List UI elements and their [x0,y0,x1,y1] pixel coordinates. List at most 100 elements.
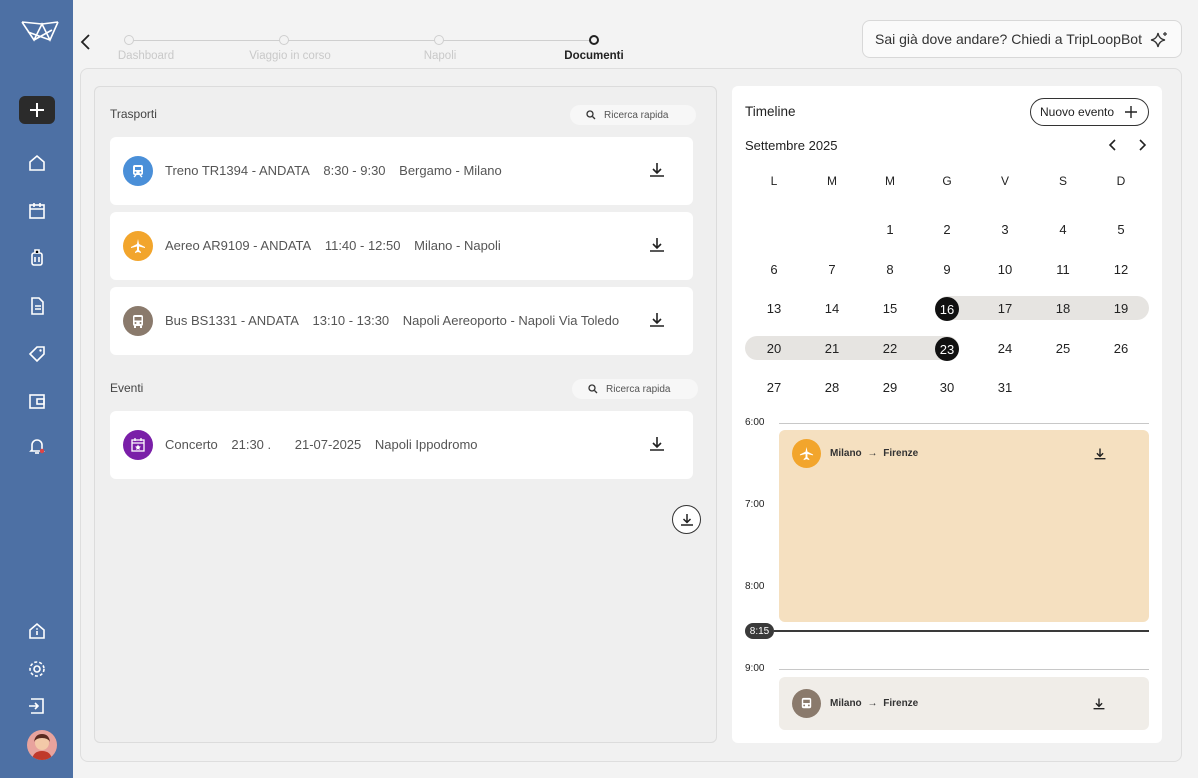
settings-gear-icon[interactable] [26,658,48,680]
calendar-day[interactable]: 5 [1106,222,1136,237]
breadcrumb-step-dashboard[interactable]: Dashboard [118,50,174,62]
hour-label: 9:00 [745,663,765,674]
calendar-day[interactable]: 24 [990,341,1020,356]
download-icon[interactable] [648,161,666,179]
calendar-day[interactable]: 30 [932,380,962,395]
download-icon[interactable] [648,236,666,254]
hour-label: 7:00 [745,499,765,510]
event-name: Concerto [165,437,218,452]
weekday-label: V [1000,174,1009,188]
current-time-line [774,630,1149,632]
calendar-day[interactable]: 3 [990,222,1020,237]
logout-icon[interactable] [26,695,48,717]
train-icon [123,156,153,186]
calendar-day[interactable]: 13 [759,301,789,316]
back-chevron-icon[interactable] [78,32,94,52]
transports-search-label: Ricerca rapida [604,109,669,121]
sidebar [0,0,73,778]
calendar-day[interactable]: 4 [1048,222,1078,237]
transport-route: Bergamo - Milano [399,163,502,178]
calendar-day[interactable]: 17 [990,301,1020,316]
download-icon[interactable] [1092,697,1106,711]
calendar-day[interactable]: 11 [1048,262,1078,277]
calendar-day[interactable]: 15 [875,301,905,316]
timeline-event-flight[interactable]: Milano → Firenze [779,430,1149,622]
info-home-icon[interactable] [26,620,48,642]
calendar-day[interactable]: 1 [875,222,905,237]
calendar-day[interactable]: 28 [817,380,847,395]
transport-card-plane[interactable]: Aereo AR9109 - ANDATA 11:40 - 12:50 Mila… [110,212,693,280]
calendar-day[interactable]: 8 [875,262,905,277]
breadcrumb-step-napoli[interactable]: Napoli [424,50,457,62]
breadcrumb-dot-documenti [589,35,599,45]
document-icon[interactable] [26,295,48,317]
luggage-icon[interactable] [26,247,48,269]
transport-name: Treno TR1394 - ANDATA [165,163,310,178]
timeline-title: Timeline [745,104,796,119]
wallet-icon[interactable] [26,390,48,412]
event-place: Napoli Ippodromo [374,437,478,452]
calendar-day[interactable]: 2 [932,222,962,237]
transport-name: Aereo AR9109 - ANDATA [165,238,312,253]
calendar-icon[interactable] [26,200,48,222]
calendar-day[interactable]: 20 [759,341,789,356]
calendar-day[interactable]: 21 [817,341,847,356]
calendar-day[interactable]: 26 [1106,341,1136,356]
calendar-day[interactable]: 12 [1106,262,1136,277]
transports-title: Trasporti [110,107,157,121]
chevron-left-icon[interactable] [1107,138,1119,152]
event-card-concert[interactable]: Concerto 21:30 . 21-07-2025 Napoli Ippod… [110,411,693,479]
events-search[interactable]: Ricerca rapida [572,379,698,399]
home-icon[interactable] [26,152,48,174]
transport-card-train[interactable]: Treno TR1394 - ANDATA 8:30 - 9:30 Bergam… [110,137,693,205]
calendar-day[interactable]: 18 [1048,301,1078,316]
sparkle-icon[interactable] [1149,30,1169,50]
calendar-day[interactable]: 25 [1048,341,1078,356]
new-event-label: Nuovo evento [1040,105,1115,119]
new-event-button[interactable]: Nuovo evento [1030,98,1149,126]
calendar-day[interactable]: 6 [759,262,789,277]
calendar-day-selected[interactable]: 23 [935,337,959,361]
transports-search[interactable]: Ricerca rapida [570,105,696,125]
timeline-event-bus[interactable]: Milano → Firenze [779,677,1149,730]
calendar-day[interactable]: 22 [875,341,905,356]
download-icon[interactable] [1093,447,1107,461]
tripbot-input[interactable]: Sai già dove andare? Chiedi a TripLoopBo… [862,20,1182,58]
event-from: Milano [830,448,862,459]
download-icon[interactable] [648,311,666,329]
bus-icon [792,689,821,718]
calendar-month: Settembre 2025 [745,138,838,153]
calendar-day[interactable]: 10 [990,262,1020,277]
calendar-day[interactable]: 19 [1106,301,1136,316]
calendar-day[interactable]: 27 [759,380,789,395]
calendar-day[interactable]: 9 [932,262,962,277]
chevron-right-icon[interactable] [1136,138,1148,152]
hour-label: 8:00 [745,581,765,592]
notification-bell-icon[interactable] [26,435,48,457]
weekday-label: D [1116,174,1126,188]
plus-icon [30,103,44,117]
arrow-right-icon: → [867,448,878,459]
avatar[interactable] [27,730,57,760]
download-all-button[interactable] [672,505,701,534]
calendar-day-selected[interactable]: 16 [935,297,959,321]
download-icon[interactable] [648,435,666,453]
tag-icon[interactable] [26,343,48,365]
transport-route: Milano - Napoli [414,238,501,253]
calendar-day[interactable]: 7 [817,262,847,277]
calendar-star-icon [123,430,153,460]
logo-icon[interactable] [20,18,60,48]
weekday-label: G [942,174,952,188]
calendar-day[interactable]: 31 [990,380,1020,395]
add-button[interactable] [19,96,55,124]
breadcrumb-step-viaggio[interactable]: Viaggio in corso [249,50,331,62]
breadcrumb-dot-dashboard [124,35,134,45]
transport-card-bus[interactable]: Bus BS1331 - ANDATA 13:10 - 13:30 Napoli… [110,287,693,355]
transport-time: 13:10 - 13:30 [312,313,390,328]
event-date: 21-07-2025 [294,437,362,452]
weekday-label: L [770,174,778,188]
calendar-day[interactable]: 14 [817,301,847,316]
breadcrumb-dot-viaggio [279,35,289,45]
calendar-day[interactable]: 29 [875,380,905,395]
transport-time: 11:40 - 12:50 [324,238,401,253]
